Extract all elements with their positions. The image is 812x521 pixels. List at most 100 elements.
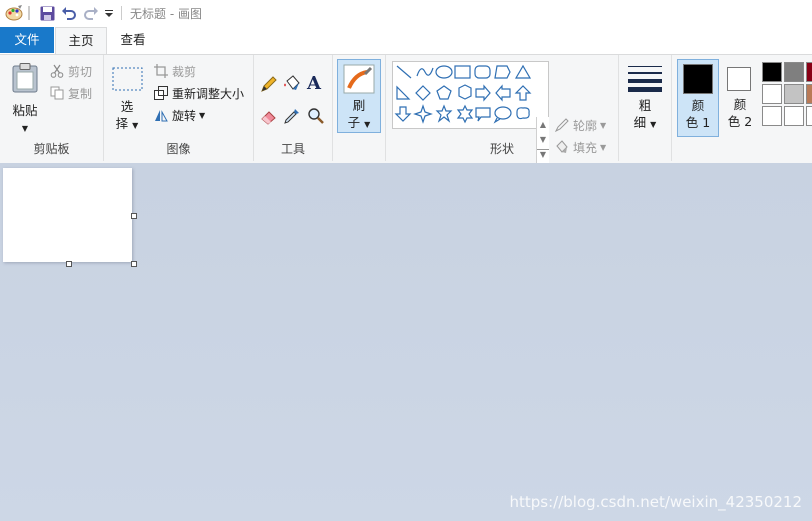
hexagon-shape-icon: [458, 84, 472, 100]
text-tool-icon[interactable]: A: [307, 73, 327, 95]
left-arrow-shape-icon: [495, 84, 511, 102]
pentagon-shape-icon: [436, 85, 452, 100]
fill-dropdown-caret: ▼: [600, 142, 607, 152]
palette-swatch[interactable]: [762, 84, 782, 104]
tools-group: A 工具: [254, 55, 333, 161]
shapes-gallery: [392, 61, 549, 129]
brushes-label-bottom: 子 ▼: [338, 115, 380, 133]
size-label-top: 粗: [638, 98, 652, 113]
tab-file[interactable]: 文件: [0, 27, 54, 53]
magnifier-icon[interactable]: [307, 107, 327, 127]
down-arrow-shape-icon: [394, 106, 412, 122]
toolbar-separator: [28, 6, 30, 20]
customize-toolbar-icon[interactable]: [103, 4, 115, 22]
brushes-dropdown-caret: ▼: [364, 120, 371, 129]
outline-label: 轮廓: [573, 118, 598, 133]
select-button[interactable]: 选 择 ▼: [110, 61, 144, 137]
color2-swatch: [727, 67, 751, 91]
crop-icon: [154, 64, 168, 78]
brushes-label-top: 刷: [352, 98, 366, 113]
scroll-down-icon[interactable]: ▼: [537, 135, 549, 144]
copy-button[interactable]: 复制: [50, 84, 92, 102]
image-group-label: 图像: [166, 142, 191, 156]
palette-swatch[interactable]: [806, 106, 812, 126]
clipboard-group-label: 剪贴板: [33, 142, 70, 156]
resize-button[interactable]: 重新调整大小: [154, 84, 244, 102]
palette-swatch[interactable]: [806, 62, 812, 82]
color1-label-top: 颜: [691, 98, 705, 113]
clipboard-group: 粘贴 ▼ 剪切 复制 剪贴板: [0, 55, 104, 161]
fill-bucket-small-icon: [556, 140, 568, 153]
select-rectangle-icon: [112, 67, 143, 91]
five-point-star-shape-icon: [435, 104, 453, 123]
drawing-canvas[interactable]: [3, 168, 132, 262]
tab-home[interactable]: 主页: [55, 27, 107, 55]
scroll-up-icon[interactable]: ▲: [537, 120, 549, 129]
color1-button[interactable]: 颜 色 1: [677, 59, 719, 137]
redo-icon[interactable]: [82, 4, 100, 22]
palette-swatch[interactable]: [784, 106, 804, 126]
resize-handle-corner[interactable]: [131, 261, 137, 267]
outline-button[interactable]: 轮廓 ▼: [555, 116, 606, 134]
fill-button[interactable]: 填充 ▼: [555, 138, 606, 156]
line-size-icon: [628, 66, 662, 92]
color2-label-bottom: 色 2: [727, 114, 753, 129]
rounded-callout-shape-icon: [475, 107, 491, 122]
line-shape-icon: [396, 65, 412, 79]
rounded-rectangle-shape-icon: [474, 65, 491, 79]
color2-button[interactable]: 颜 色 2: [721, 59, 759, 135]
pencil-icon[interactable]: [260, 75, 280, 95]
eraser-icon[interactable]: [260, 107, 280, 127]
four-point-star-shape-icon: [413, 104, 433, 124]
resize-handle-bottom[interactable]: [66, 261, 72, 267]
size-group: 粗 细 ▼: [619, 55, 672, 161]
size-label-bottom-text: 细: [633, 115, 647, 130]
rotate-label: 旋转: [172, 108, 197, 123]
palette-swatch[interactable]: [762, 62, 782, 82]
outline-pen-icon: [555, 118, 569, 132]
tab-view[interactable]: 查看: [108, 27, 158, 53]
select-label-bottom-text: 择: [115, 116, 129, 131]
paint-app-icon[interactable]: [4, 4, 24, 22]
undo-icon[interactable]: [60, 4, 78, 22]
rotate-button[interactable]: 旋转 ▼: [154, 106, 205, 124]
palette-swatch[interactable]: [762, 106, 782, 126]
right-arrow-shape-icon: [475, 84, 491, 102]
paste-button[interactable]: 粘贴 ▼: [6, 59, 44, 135]
brushes-button[interactable]: 刷 子 ▼: [337, 59, 381, 133]
window-title: 无标题 - 画图: [130, 7, 202, 21]
select-dropdown-caret: ▼: [132, 121, 139, 130]
ribbon: 粘贴 ▼ 剪切 复制 剪贴板 选 择 ▼ 裁剪 重新调整大小 旋转 ▼ 图像 A…: [0, 54, 812, 183]
resize-icon: [154, 86, 168, 100]
resize-handle-right[interactable]: [131, 213, 137, 219]
expand-gallery-icon[interactable]: ▼: [537, 149, 549, 159]
triangle-shape-icon: [514, 64, 532, 79]
title-bar: 无标题 - 画图: [0, 0, 812, 27]
fill-bucket-icon[interactable]: [283, 75, 303, 95]
brushes-group: 刷 子 ▼: [333, 55, 386, 161]
cut-button[interactable]: 剪切: [50, 62, 92, 80]
clipboard-icon: [12, 63, 38, 93]
color2-label-top: 颜: [733, 97, 747, 112]
colors-group: 颜 色 1 颜 色 2: [672, 55, 812, 161]
polygon-shape-icon: [494, 65, 511, 79]
crop-button[interactable]: 裁剪: [154, 62, 196, 80]
fill-label: 填充: [573, 140, 598, 155]
palette-swatch[interactable]: [806, 84, 812, 104]
oval-shape-icon: [435, 65, 453, 79]
size-button[interactable]: 粗 细 ▼: [623, 59, 667, 135]
ribbon-tabs: 文件 主页 查看: [0, 27, 812, 55]
six-point-star-shape-icon: [456, 104, 474, 124]
up-arrow-shape-icon: [514, 85, 532, 101]
rotate-icon: [155, 110, 168, 122]
rectangle-shape-icon: [454, 65, 471, 79]
watermark-text: https://blog.csdn.net/weixin_42350212: [509, 493, 802, 511]
size-dropdown-caret: ▼: [650, 120, 657, 129]
color-picker-icon[interactable]: [283, 107, 303, 127]
palette-swatch[interactable]: [784, 84, 804, 104]
outline-dropdown-caret: ▼: [600, 120, 607, 130]
save-icon[interactable]: [38, 4, 56, 22]
palette-swatch[interactable]: [784, 62, 804, 82]
resize-label: 重新调整大小: [172, 86, 245, 101]
canvas-workspace: https://blog.csdn.net/weixin_42350212: [0, 163, 812, 521]
